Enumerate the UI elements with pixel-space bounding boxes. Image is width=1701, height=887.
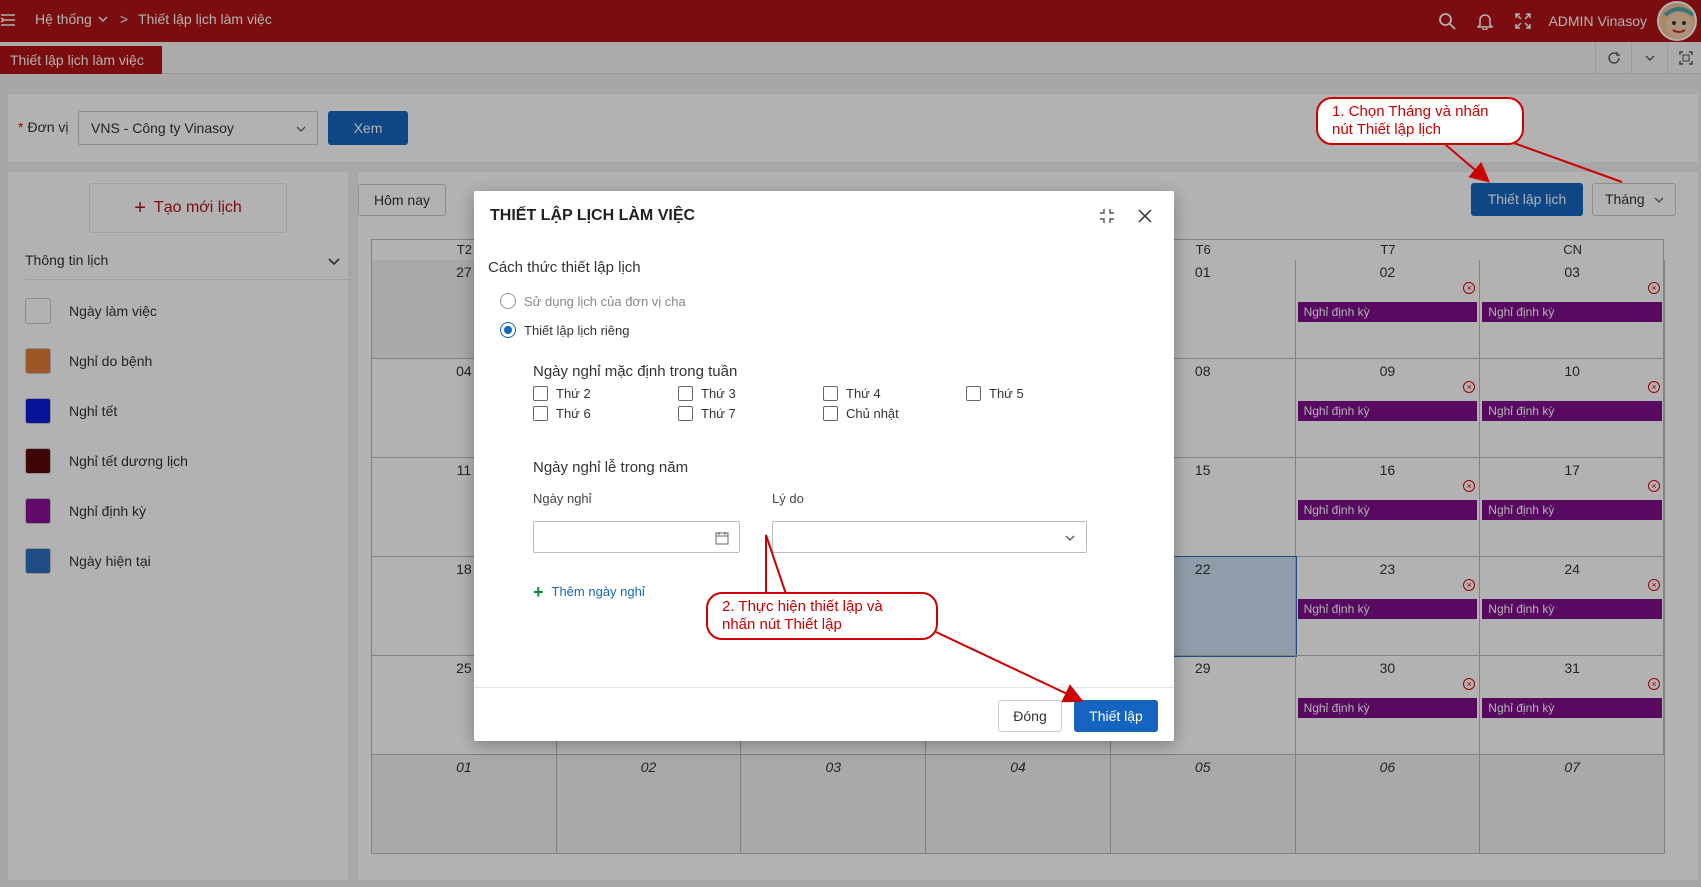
callout-step2: 2. Thực hiện thiết lập và nhấn nút Thiết… [706, 592, 938, 640]
callout-step1-line2: nút Thiết lập lịch [1332, 121, 1441, 138]
arrow-to-submit-button [935, 631, 1084, 703]
arrow-to-setup-button [1439, 139, 1491, 183]
arrow-to-view-select [1499, 137, 1623, 183]
callout-step1: 1. Chọn Tháng và nhấn nút Thiết lập lịch [1316, 97, 1524, 145]
callout-step1-line1: 1. Chọn Tháng và nhấn [1332, 103, 1489, 120]
callout-step2-line1: 2. Thực hiện thiết lập và [722, 598, 883, 615]
callout-step2-line2: nhấn nút Thiết lập [722, 616, 842, 633]
callout2-pointer [765, 534, 789, 601]
